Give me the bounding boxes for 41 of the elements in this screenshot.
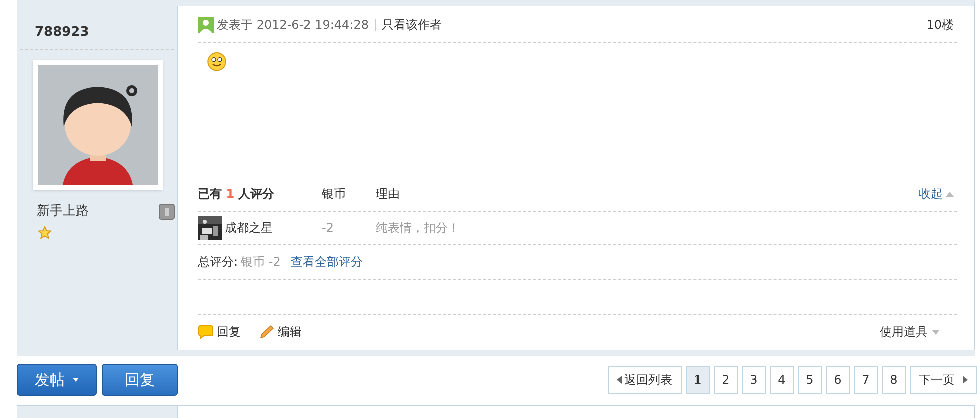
coin-value: -2 [322, 220, 335, 237]
star-icon [38, 226, 52, 240]
user-icon [198, 16, 214, 33]
speech-bubble-icon [198, 325, 214, 340]
page-link[interactable]: 1 [686, 366, 710, 394]
page-link[interactable]: 2 [714, 366, 738, 394]
floor-number: 10楼 [926, 16, 954, 34]
collapse-link[interactable]: 收起 [919, 185, 954, 204]
author-name[interactable]: 788923 [35, 22, 90, 42]
rating-header: 已有 1 人评分 [198, 186, 276, 204]
post-date: 发表于 2012-6-2 19:44:28 [217, 16, 369, 34]
new-post-button[interactable]: 发帖 [17, 364, 97, 396]
back-to-list-link[interactable]: 返回列表 [608, 366, 682, 394]
edit-link[interactable]: 编辑 [259, 323, 302, 342]
total-rating-value: 银币 -2 [241, 254, 281, 271]
rating-reason: 纯表情，扣分！ [376, 220, 460, 237]
caret-down-icon [932, 330, 940, 335]
pencil-icon [259, 325, 275, 340]
view-all-ratings-link[interactable]: 查看全部评分 [290, 252, 363, 271]
column-header: 理由 [376, 186, 400, 204]
author-only-link[interactable]: 只看该作者 [382, 16, 442, 34]
page-link[interactable]: 7 [854, 366, 878, 394]
reply-button[interactable]: 回复 [102, 364, 178, 396]
level-icon [159, 204, 175, 220]
caret-up-icon [946, 192, 954, 197]
rater-name[interactable]: 成都之星 [225, 218, 273, 237]
page-link[interactable]: 5 [798, 366, 822, 394]
caret-down-icon [73, 378, 79, 382]
caret-right-icon [963, 376, 968, 384]
column-header: 银币 [322, 186, 347, 204]
reply-link[interactable]: 回复 [198, 323, 241, 342]
user-rank: 新手上路 [37, 203, 89, 221]
page-link[interactable]: 8 [882, 366, 906, 394]
page-link[interactable]: 3 [742, 366, 766, 394]
next-page-link[interactable]: 下一页 [910, 366, 977, 394]
smiley-icon [207, 52, 227, 72]
page-link[interactable]: 4 [770, 366, 794, 394]
page-link[interactable]: 6 [826, 366, 850, 394]
total-rating-label: 总评分: [198, 254, 238, 271]
caret-left-icon [616, 376, 622, 384]
use-tools-link[interactable]: 使用道具 [880, 323, 940, 342]
